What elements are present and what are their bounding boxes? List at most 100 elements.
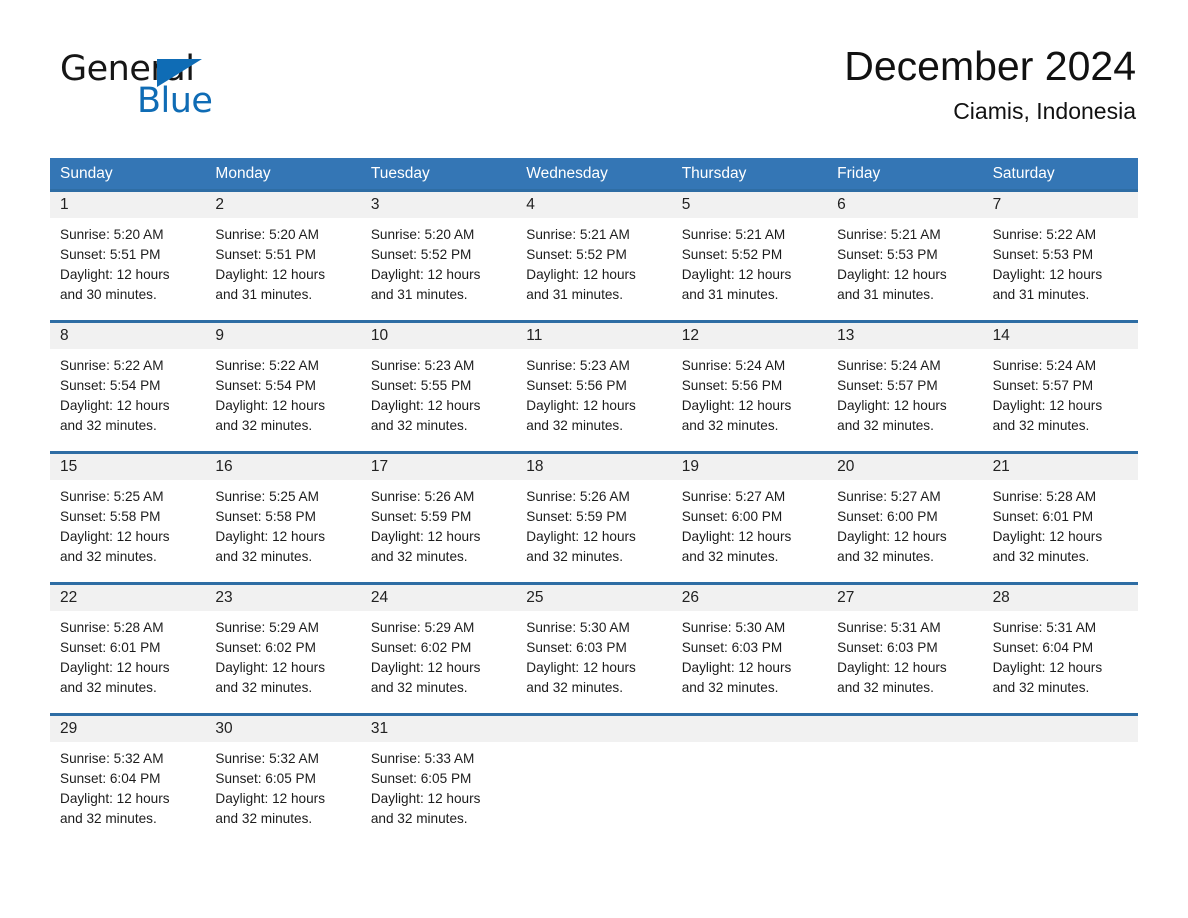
day-daylight2-text: and 32 minutes. bbox=[60, 811, 157, 826]
day-cell[interactable]: 1 Sunrise: 5:20 AM Sunset: 5:51 PM Daylight… bbox=[50, 192, 206, 305]
day-daylight2-text: and 32 minutes. bbox=[837, 549, 934, 564]
day-daylight2-text: and 31 minutes. bbox=[215, 287, 313, 302]
day-sunset-text: Sunset: 6:02 PM bbox=[215, 640, 316, 655]
day-daylight2-text: and 32 minutes. bbox=[681, 680, 779, 695]
day-daylight1-text: Daylight: 12 hours bbox=[526, 529, 636, 544]
day-sunset-text: Sunset: 6:03 PM bbox=[681, 640, 783, 655]
day-sun-info: Sunrise: 5:33 AM Sunset: 6:05 PM Daylight:… bbox=[361, 742, 516, 829]
day-sun-info: Sunrise: 5:26 AM Sunset: 5:59 PM Daylight:… bbox=[516, 480, 671, 567]
day-daylight2-text: and 32 minutes. bbox=[215, 680, 313, 695]
day-cell[interactable]: 20 Sunrise: 5:27 AM Sunset: 6:00 PM Dayligh… bbox=[827, 454, 983, 567]
day-sunrise-text: Sunrise: 5:29 AM bbox=[215, 620, 319, 635]
day-sun-info bbox=[516, 742, 671, 749]
day-sun-info: Sunrise: 5:25 AM Sunset: 5:58 PM Daylight:… bbox=[50, 480, 205, 567]
day-daylight2-text: and 32 minutes. bbox=[370, 418, 468, 433]
day-cell[interactable]: 23 Sunrise: 5:29 AM Sunset: 6:02 PM Dayligh… bbox=[205, 585, 361, 698]
day-cell[interactable]: 13 Sunrise: 5:24 AM Sunset: 5:57 PM Dayligh… bbox=[827, 323, 983, 436]
day-daylight1-text: Daylight: 12 hours bbox=[215, 660, 325, 675]
calendar-week-row: 1 Sunrise: 5:20 AM Sunset: 5:51 PM Daylight… bbox=[50, 189, 1138, 305]
day-cell[interactable]: 28 Sunrise: 5:31 AM Sunset: 6:04 PM Dayligh… bbox=[982, 585, 1138, 698]
day-number: 17 bbox=[360, 454, 517, 480]
day-daylight1-text: Daylight: 12 hours bbox=[370, 529, 481, 544]
day-cell[interactable]: 12 Sunrise: 5:24 AM Sunset: 5:56 PM Dayligh… bbox=[671, 323, 828, 436]
day-cell[interactable]: 9 Sunrise: 5:22 AM Sunset: 5:54 PM Daylight… bbox=[205, 323, 361, 436]
day-daylight2-text: and 31 minutes. bbox=[837, 287, 934, 302]
day-cell[interactable]: 8 Sunrise: 5:22 AM Sunset: 5:54 PM Daylight… bbox=[50, 323, 206, 436]
day-sunset-text: Sunset: 6:00 PM bbox=[837, 509, 938, 524]
weekday-header-saturday: Saturday bbox=[992, 164, 1055, 182]
day-sun-info: Sunrise: 5:21 AM Sunset: 5:52 PM Daylight:… bbox=[672, 218, 827, 305]
day-cell[interactable]: 26 Sunrise: 5:30 AM Sunset: 6:03 PM Dayligh… bbox=[671, 585, 828, 698]
day-cell[interactable]: 3 Sunrise: 5:20 AM Sunset: 5:52 PM Daylight… bbox=[360, 192, 517, 305]
day-sun-info: Sunrise: 5:23 AM Sunset: 5:56 PM Daylight:… bbox=[516, 349, 671, 436]
day-number: 2 bbox=[205, 192, 361, 218]
day-sunset-text: Sunset: 5:56 PM bbox=[526, 378, 627, 393]
day-sunrise-text: Sunrise: 5:22 AM bbox=[215, 358, 319, 373]
day-sunset-text: Sunset: 5:52 PM bbox=[681, 247, 783, 262]
day-daylight1-text: Daylight: 12 hours bbox=[526, 398, 636, 413]
week-cells: 22 Sunrise: 5:28 AM Sunset: 6:01 PM Dayligh… bbox=[50, 585, 1138, 698]
day-daylight2-text: and 32 minutes. bbox=[837, 418, 934, 433]
day-daylight1-text: Daylight: 12 hours bbox=[60, 398, 170, 413]
day-sun-info: Sunrise: 5:22 AM Sunset: 5:53 PM Daylight:… bbox=[983, 218, 1138, 305]
day-sun-info: Sunrise: 5:30 AM Sunset: 6:03 PM Daylight:… bbox=[672, 611, 827, 698]
day-number: 10 bbox=[360, 323, 517, 349]
day-cell[interactable]: 19 Sunrise: 5:27 AM Sunset: 6:00 PM Dayligh… bbox=[671, 454, 828, 567]
day-cell[interactable]: 31 Sunrise: 5:33 AM Sunset: 6:05 PM Dayligh… bbox=[360, 716, 517, 829]
day-daylight2-text: and 32 minutes. bbox=[60, 680, 157, 695]
day-daylight1-text: Daylight: 12 hours bbox=[370, 267, 481, 282]
day-daylight2-text: and 32 minutes. bbox=[992, 680, 1090, 695]
day-sunrise-text: Sunrise: 5:23 AM bbox=[526, 358, 630, 373]
day-sunset-text: Sunset: 5:57 PM bbox=[992, 378, 1094, 393]
day-sunrise-text: Sunrise: 5:27 AM bbox=[837, 489, 941, 504]
day-cell[interactable]: 2 Sunrise: 5:20 AM Sunset: 5:51 PM Daylight… bbox=[205, 192, 361, 305]
day-cell[interactable]: 6 Sunrise: 5:21 AM Sunset: 5:53 PM Daylight… bbox=[827, 192, 983, 305]
day-daylight1-text: Daylight: 12 hours bbox=[370, 398, 481, 413]
day-sunrise-text: Sunrise: 5:26 AM bbox=[370, 489, 475, 504]
day-number: 11 bbox=[516, 323, 672, 349]
day-sun-info: Sunrise: 5:21 AM Sunset: 5:53 PM Daylight:… bbox=[827, 218, 982, 305]
day-cell[interactable]: 24 Sunrise: 5:29 AM Sunset: 6:02 PM Dayligh… bbox=[360, 585, 517, 698]
day-daylight1-text: Daylight: 12 hours bbox=[992, 267, 1103, 282]
day-cell[interactable]: 14 Sunrise: 5:24 AM Sunset: 5:57 PM Dayligh… bbox=[982, 323, 1138, 436]
day-daylight1-text: Daylight: 12 hours bbox=[60, 791, 170, 806]
day-sunset-text: Sunset: 6:02 PM bbox=[370, 640, 472, 655]
day-sun-info: Sunrise: 5:25 AM Sunset: 5:58 PM Daylight:… bbox=[205, 480, 360, 567]
day-number: 27 bbox=[827, 585, 983, 611]
day-sun-info bbox=[672, 742, 827, 749]
day-cell[interactable]: 16 Sunrise: 5:25 AM Sunset: 5:58 PM Dayligh… bbox=[205, 454, 361, 567]
day-daylight1-text: Daylight: 12 hours bbox=[215, 791, 325, 806]
day-sun-info: Sunrise: 5:32 AM Sunset: 6:05 PM Daylight:… bbox=[205, 742, 360, 829]
day-number: 7 bbox=[982, 192, 1138, 218]
day-cell[interactable]: 27 Sunrise: 5:31 AM Sunset: 6:03 PM Dayligh… bbox=[827, 585, 983, 698]
day-cell[interactable]: 4 Sunrise: 5:21 AM Sunset: 5:52 PM Daylight… bbox=[516, 192, 672, 305]
day-cell[interactable]: 29 Sunrise: 5:32 AM Sunset: 6:04 PM Dayligh… bbox=[50, 716, 206, 829]
day-cell[interactable]: 5 Sunrise: 5:21 AM Sunset: 5:52 PM Daylight… bbox=[671, 192, 828, 305]
day-cell[interactable]: 22 Sunrise: 5:28 AM Sunset: 6:01 PM Dayligh… bbox=[50, 585, 206, 698]
day-daylight1-text: Daylight: 12 hours bbox=[992, 660, 1103, 675]
day-number: 25 bbox=[516, 585, 672, 611]
day-sunset-text: Sunset: 5:59 PM bbox=[370, 509, 472, 524]
day-cell[interactable]: 25 Sunrise: 5:30 AM Sunset: 6:03 PM Dayligh… bbox=[516, 585, 672, 698]
day-cell[interactable]: 17 Sunrise: 5:26 AM Sunset: 5:59 PM Dayligh… bbox=[360, 454, 517, 567]
weekday-header-friday: Friday bbox=[837, 164, 881, 182]
day-cell[interactable]: 15 Sunrise: 5:25 AM Sunset: 5:58 PM Dayligh… bbox=[50, 454, 206, 567]
day-cell[interactable]: 10 Sunrise: 5:23 AM Sunset: 5:55 PM Dayligh… bbox=[360, 323, 517, 436]
day-cell[interactable]: 18 Sunrise: 5:26 AM Sunset: 5:59 PM Dayligh… bbox=[516, 454, 672, 567]
day-cell[interactable]: 7 Sunrise: 5:22 AM Sunset: 5:53 PM Daylight… bbox=[982, 192, 1138, 305]
day-cell-empty bbox=[827, 716, 983, 829]
day-number: 21 bbox=[982, 454, 1138, 480]
day-cell[interactable]: 21 Sunrise: 5:28 AM Sunset: 6:01 PM Dayligh… bbox=[982, 454, 1138, 567]
day-daylight1-text: Daylight: 12 hours bbox=[60, 660, 170, 675]
day-sunrise-text: Sunrise: 5:24 AM bbox=[992, 358, 1097, 373]
day-cell[interactable]: 11 Sunrise: 5:23 AM Sunset: 5:56 PM Dayligh… bbox=[516, 323, 672, 436]
day-number: 3 bbox=[360, 192, 517, 218]
day-sunrise-text: Sunrise: 5:25 AM bbox=[215, 489, 319, 504]
day-sun-info: Sunrise: 5:28 AM Sunset: 6:01 PM Daylight:… bbox=[50, 611, 205, 698]
day-sunrise-text: Sunrise: 5:23 AM bbox=[370, 358, 475, 373]
day-number bbox=[982, 716, 1138, 742]
day-cell[interactable]: 30 Sunrise: 5:32 AM Sunset: 6:05 PM Dayligh… bbox=[205, 716, 361, 829]
day-sun-info: Sunrise: 5:30 AM Sunset: 6:03 PM Daylight:… bbox=[516, 611, 671, 698]
day-number: 14 bbox=[982, 323, 1138, 349]
generalblue-logo[interactable]: General Blue bbox=[60, 52, 260, 132]
